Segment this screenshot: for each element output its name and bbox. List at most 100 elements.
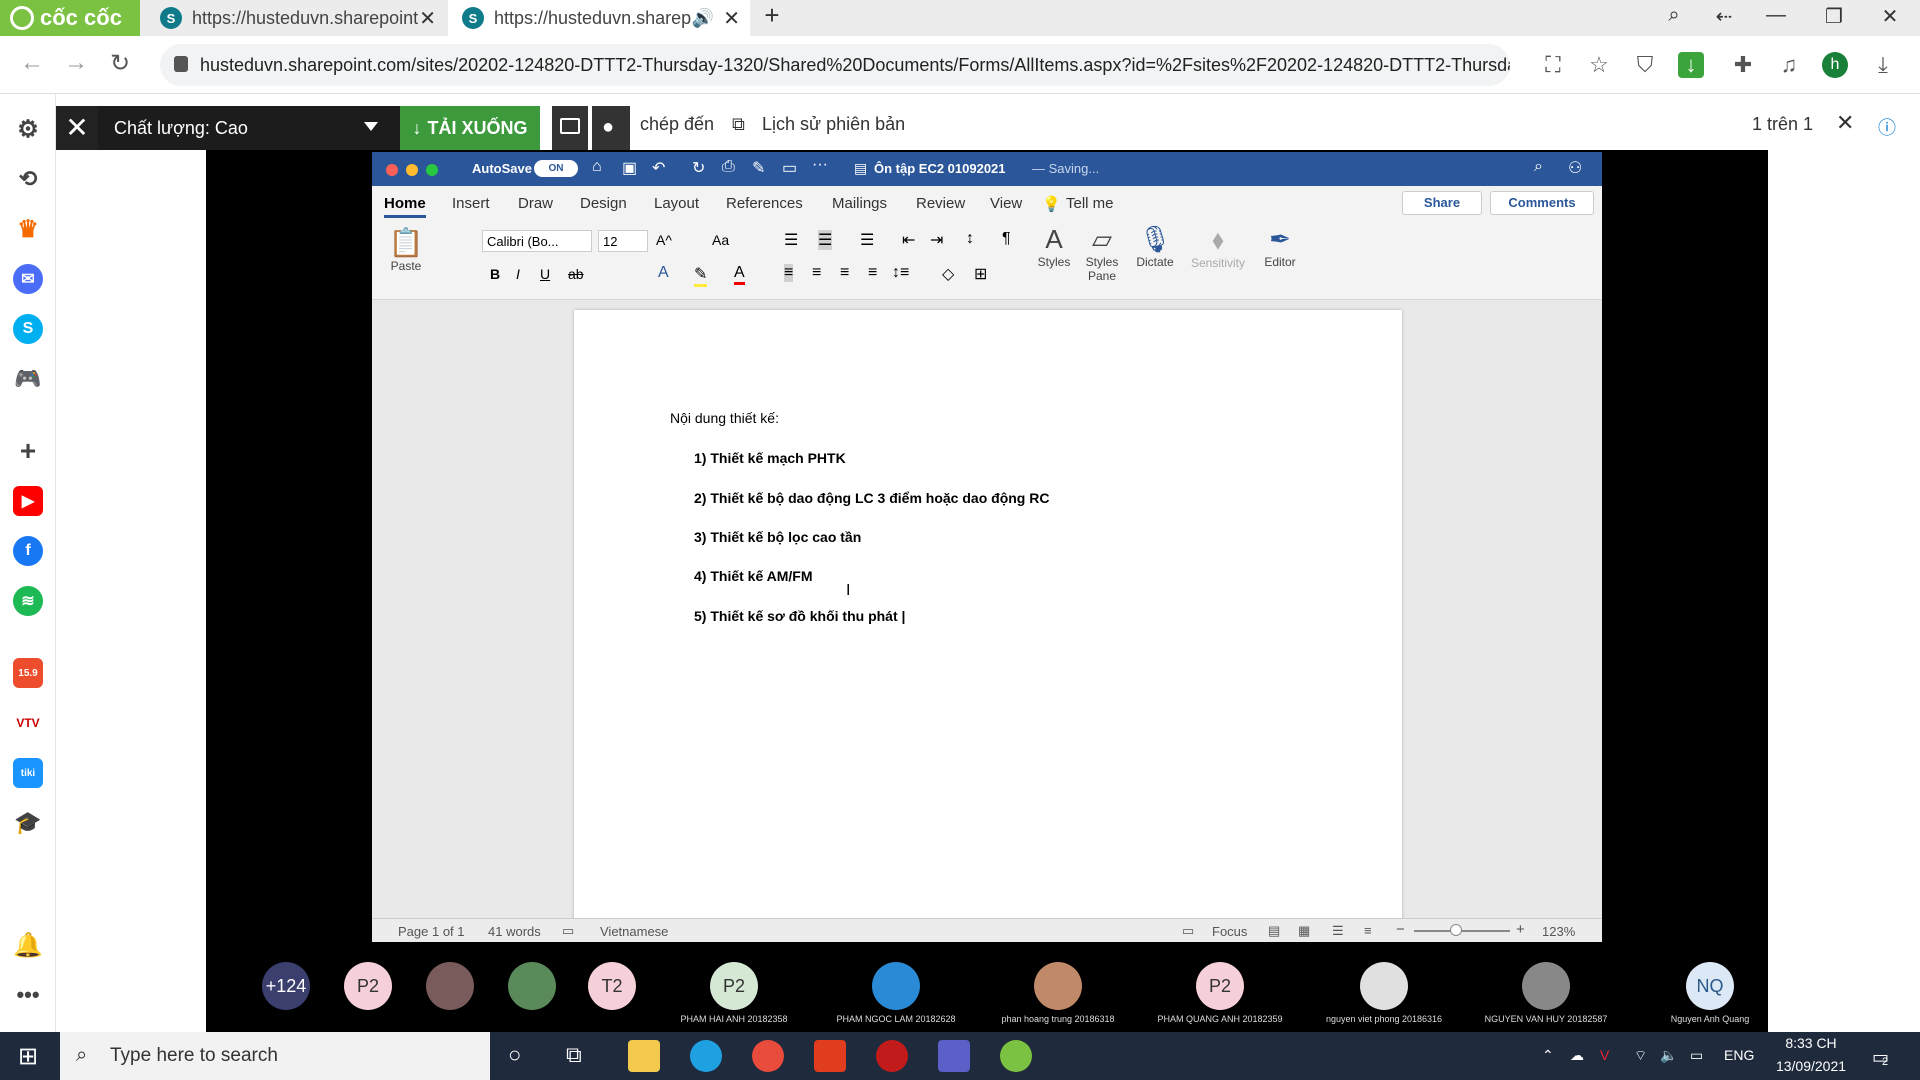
profile-avatar[interactable]: h	[1822, 52, 1848, 78]
youtube-icon[interactable]: ▶	[13, 486, 43, 516]
garena-icon[interactable]	[876, 1040, 908, 1072]
focus-mode[interactable]: Focus	[1212, 924, 1247, 939]
styles-button[interactable]: A Styles	[1032, 224, 1076, 269]
redo-icon[interactable]: ↻	[692, 158, 705, 178]
participant-avatar[interactable]	[1360, 962, 1408, 1010]
coccoc-logo[interactable]: cốc cốc	[0, 0, 140, 36]
participant-avatar[interactable]: P2	[710, 962, 758, 1010]
crown-icon[interactable]: ♛	[13, 214, 43, 244]
comments-button[interactable]: Comments	[1490, 191, 1594, 215]
zoom-slider[interactable]	[1414, 930, 1510, 932]
print-layout-icon[interactable]: ▤	[1268, 923, 1280, 939]
spotify-icon[interactable]: ≋	[13, 586, 43, 616]
close-panel-icon[interactable]: ✕	[1836, 110, 1854, 136]
coccoc-taskbar-icon[interactable]	[1000, 1040, 1032, 1072]
styles-pane-button[interactable]: ▱ Styles Pane	[1080, 224, 1124, 283]
tray-chevron-icon[interactable]: ⌃	[1542, 1047, 1554, 1064]
save-icon[interactable]: ▣	[622, 158, 637, 178]
proofing-icon[interactable]: ▭	[562, 923, 574, 939]
zoom-level[interactable]: 123%	[1542, 924, 1575, 939]
print-icon[interactable]: ⎙	[722, 158, 735, 176]
sensitivity-button[interactable]: ⬧ Sensitivity	[1186, 224, 1250, 270]
edge-icon[interactable]	[690, 1040, 722, 1072]
messenger-icon[interactable]: ✉	[13, 264, 43, 294]
notification-bell-icon[interactable]: 🔔	[13, 930, 43, 960]
editor-button[interactable]: ✒ Editor	[1258, 224, 1302, 269]
vpn-icon[interactable]: V	[1600, 1047, 1609, 1063]
tiki-icon[interactable]: tiki	[13, 758, 43, 788]
office-icon[interactable]	[814, 1040, 846, 1072]
close-window-button[interactable]: ✕	[1870, 4, 1910, 29]
web-layout-icon[interactable]: ▦	[1298, 923, 1310, 939]
bookmark-star-icon[interactable]: ☆	[1586, 52, 1612, 78]
tab-sharepoint-2[interactable]: S https://husteduvn.sharep 🔊 ✕	[448, 0, 750, 36]
tab-home[interactable]: Home	[384, 195, 426, 218]
participant-avatar[interactable]: P2	[1196, 962, 1244, 1010]
maximize-button[interactable]: ❐	[1814, 4, 1854, 29]
taskbar-search-box[interactable]: ⌕ Type here to search	[60, 1032, 490, 1080]
shading-icon[interactable]: ◇	[942, 264, 954, 284]
dictate-button[interactable]: 🎙 Dictate	[1130, 224, 1180, 269]
participant-avatar[interactable]	[1522, 962, 1570, 1010]
skype-icon[interactable]: S	[13, 314, 43, 344]
strikethrough-icon[interactable]: ab	[568, 266, 584, 282]
focus-icon[interactable]: ▭	[1182, 923, 1194, 939]
facebook-icon[interactable]: f	[13, 536, 43, 566]
vtv-icon[interactable]: VTV	[13, 708, 43, 738]
zoom-out-icon[interactable]: −	[1396, 921, 1405, 938]
draft-icon[interactable]: ≡	[1364, 923, 1372, 938]
change-case-icon[interactable]: Aa	[712, 232, 729, 248]
tab-layout[interactable]: Layout	[654, 195, 699, 212]
playlist-icon[interactable]: ♫	[1776, 52, 1802, 78]
participant-avatar[interactable]: P2	[344, 962, 392, 1010]
battery-icon[interactable]: ▭	[1690, 1047, 1703, 1064]
autosave-toggle[interactable]: ON	[534, 160, 578, 177]
font-name-dropdown[interactable]: Calibri (Bo...	[482, 230, 592, 252]
input-language[interactable]: ENG	[1724, 1047, 1754, 1063]
multilevel-list-icon[interactable]: ☰	[860, 230, 874, 250]
tab-draw[interactable]: Draw	[518, 195, 553, 212]
back-tab-icon[interactable]: ⇠	[1704, 4, 1744, 29]
participant-avatar[interactable]	[426, 962, 474, 1010]
bullets-icon[interactable]: ☰	[784, 230, 798, 250]
copy-to-command[interactable]: chép đến	[640, 114, 714, 135]
downloads-tray-icon[interactable]: ⤓	[1870, 52, 1896, 78]
lightbulb-button[interactable]: ●	[592, 106, 630, 150]
more-icon[interactable]: ···	[812, 156, 828, 174]
grow-font-icon[interactable]: A^	[656, 232, 672, 248]
back-arrow-icon[interactable]: ←	[20, 49, 44, 77]
share-button[interactable]: Share	[1402, 191, 1482, 215]
clock-time[interactable]: 8:33 CH	[1776, 1035, 1846, 1051]
justify-icon[interactable]: ≡	[868, 264, 877, 282]
highlight-icon[interactable]: ✎	[694, 264, 708, 287]
zoom-in-icon[interactable]: +	[1516, 921, 1525, 938]
participant-avatar[interactable]: NQ	[1686, 962, 1734, 1010]
volume-icon[interactable]: 🔈	[1660, 1047, 1677, 1064]
align-center-icon[interactable]: ≡	[812, 264, 821, 282]
tab-tell-me[interactable]: Tell me	[1066, 195, 1114, 212]
borders-icon[interactable]: ⊞	[974, 264, 987, 284]
edit-icon[interactable]: ✎	[752, 158, 765, 178]
minimize-dot-icon[interactable]	[406, 164, 418, 176]
tab-view[interactable]: View	[990, 195, 1022, 212]
undo-icon[interactable]: ↶	[652, 158, 665, 178]
home-icon[interactable]: ⌂	[592, 158, 602, 176]
task-view-icon[interactable]: ⧉	[566, 1042, 582, 1068]
onedrive-icon[interactable]: ☁	[1570, 1047, 1584, 1064]
tab-sharepoint-1[interactable]: S https://husteduvn.sharepoint ✕	[146, 0, 446, 36]
quality-dropdown[interactable]: Chất lượng: Cao	[98, 106, 400, 150]
zoom-dot-icon[interactable]	[426, 164, 438, 176]
tab-search-icon[interactable]: ⌕	[1654, 4, 1694, 27]
version-history-command[interactable]: Lịch sử phiên bản	[762, 114, 905, 135]
file-explorer-icon[interactable]	[628, 1040, 660, 1072]
document-page[interactable]: Nội dung thiết kế: 1) Thiết kế mạch PHTK…	[574, 310, 1402, 920]
version-history-icon[interactable]: ⧉	[732, 114, 745, 135]
close-tab-icon[interactable]: ✕	[419, 6, 436, 31]
decrease-indent-icon[interactable]: ⇤	[902, 230, 915, 250]
pilcrow-icon[interactable]: ¶	[1002, 230, 1011, 248]
teams-icon[interactable]	[938, 1040, 970, 1072]
participant-avatar[interactable]	[1034, 962, 1082, 1010]
status-language[interactable]: Vietnamese	[600, 924, 668, 939]
game-controller-icon[interactable]: 🎮	[13, 364, 43, 394]
font-color-icon[interactable]: A	[734, 264, 745, 285]
